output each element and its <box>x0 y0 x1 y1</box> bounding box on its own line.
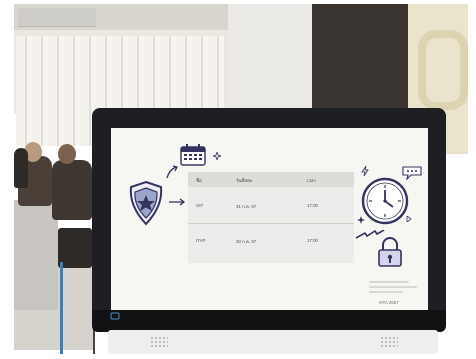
row-2-name: ITAP <box>196 238 206 243</box>
power-icon <box>110 312 120 320</box>
table-header <box>188 172 354 187</box>
row-2-time: 17:00 <box>307 238 318 243</box>
monitor-bezel <box>92 310 446 332</box>
arrow-icon <box>166 165 178 179</box>
clock-icon <box>361 177 409 225</box>
padlock-icon <box>378 237 402 267</box>
monitor-screen: ชื่อ วันที่สอบ เวลา OIT 31 ก.ค. 67 17:00… <box>111 128 428 310</box>
arrow-icon <box>169 198 186 206</box>
footer-decoration <box>369 281 419 296</box>
speaker-grille <box>150 336 168 348</box>
slide-hashtag: #ITA 2567 <box>379 300 399 305</box>
sparkle-icon <box>213 152 221 160</box>
seated-person <box>14 148 28 188</box>
row-1-time: 17:00 <box>307 203 318 208</box>
sparkle-icon <box>357 216 365 224</box>
speaker-grille <box>380 336 398 348</box>
header-name: ชื่อ <box>196 178 202 183</box>
row-1-date: 31 ก.ค. 67 <box>236 204 257 209</box>
header-date: วันที่สอบ <box>236 178 253 183</box>
lightning-icon <box>361 166 369 176</box>
classroom-photo: ชื่อ วันที่สอบ เวลา OIT 31 ก.ค. 67 17:00… <box>0 0 476 359</box>
exam-schedule-table: ชื่อ วันที่สอบ เวลา OIT 31 ก.ค. 67 17:00… <box>188 172 354 263</box>
calendar-icon <box>180 144 206 166</box>
projector-screen <box>228 4 312 106</box>
police-badge-icon <box>129 180 163 226</box>
row-1-name: OIT <box>196 203 204 208</box>
person-head <box>58 144 76 164</box>
row-divider <box>188 223 354 224</box>
cable <box>60 262 95 354</box>
air-conditioner <box>18 8 96 26</box>
header-time: เวลา <box>307 178 317 183</box>
seated-person <box>52 160 92 220</box>
wall-decoration <box>418 30 468 110</box>
sparkle-icon <box>406 216 412 222</box>
row-2-date: 30 ก.ค. 67 <box>236 239 257 244</box>
speech-bubble-icon <box>402 166 422 180</box>
